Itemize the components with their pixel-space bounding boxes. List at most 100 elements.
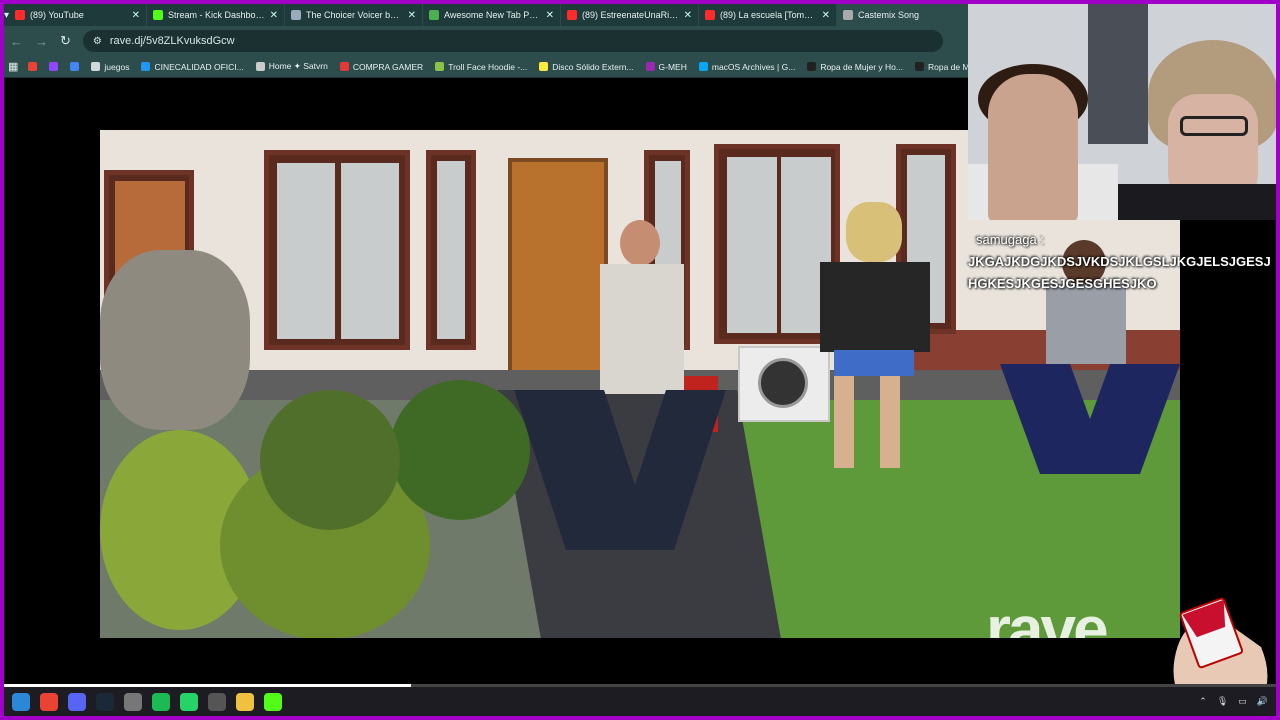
bookmark-label: CINECALIDAD OFICI... <box>154 61 244 72</box>
bookmark-item[interactable]: macOS Archives | G... <box>698 61 796 72</box>
browser-tab[interactable]: Castemix Song <box>837 4 976 26</box>
grid-icon <box>429 10 440 20</box>
bookmark-label: macOS Archives | G... <box>711 61 796 72</box>
close-tab-icon[interactable]: ✕ <box>132 10 140 21</box>
bookmark-favicon-icon <box>49 62 59 71</box>
microphone-icon[interactable]: 🎙 <box>1217 696 1228 707</box>
close-tab-icon[interactable]: ✕ <box>270 10 278 21</box>
video-bush <box>260 390 400 530</box>
bookmark-item[interactable] <box>28 62 38 71</box>
url-text: rave.dj/5v8ZLKvuksdGcw <box>109 35 235 47</box>
bookmark-item[interactable]: CINECALIDAD OFICI... <box>141 61 244 72</box>
kick-icon <box>153 10 164 20</box>
close-tab-icon[interactable]: ✕ <box>822 10 830 21</box>
bookmark-favicon-icon <box>70 62 80 71</box>
taskbar: ⌃ 🎙 ▭ 🔊 <box>4 687 1276 716</box>
tab-title: Stream - Kick Dashboard <box>168 10 265 20</box>
video-grass-plant <box>100 250 250 430</box>
chat-message: JKGAJKDGJKDSJVKDSJKLGSLJKGJELSJGESJHGKES… <box>968 254 1271 291</box>
video-window <box>426 150 476 350</box>
bookmark-favicon-icon <box>645 62 655 71</box>
url-field[interactable]: ⚙ rave.dj/5v8ZLKvuksdGcw <box>82 30 943 52</box>
browser-tab[interactable]: (89) EstreenateUnaRisa - Yo ✕ <box>561 4 700 26</box>
bookmark-favicon-icon <box>91 62 101 71</box>
bookmark-favicon-icon <box>435 62 445 71</box>
chrome-icon[interactable] <box>40 692 58 711</box>
bookmark-item[interactable]: COMPRA GAMER <box>339 62 423 72</box>
tab-title: The Choicer Voicer by Yea <box>306 10 403 20</box>
tab-bar: ▾ (89) YouTube ✕ Stream - Kick Dashboard ✕ T… <box>4 4 976 26</box>
youtube-icon <box>567 10 578 20</box>
apps-grid-icon[interactable]: ▦ <box>8 60 18 73</box>
bookmark-item[interactable]: G-MEH <box>645 61 687 72</box>
bookmark-item[interactable]: Home ✦ Satvrn <box>255 61 328 72</box>
address-bar: ← → ↻ ⚙ rave.dj/5v8ZLKvuksdGcw <box>4 26 968 56</box>
bookmark-label: Home ✦ Satvrn <box>268 61 328 71</box>
video-dancer <box>514 220 726 570</box>
network-icon[interactable]: ▭ <box>1238 696 1247 707</box>
bookmark-label: G-MEH <box>658 61 687 72</box>
speaker-icon[interactable]: 🔊 <box>1257 696 1268 707</box>
bookmark-item[interactable]: juegos <box>91 62 129 72</box>
tray-chevron-icon[interactable]: ⌃ <box>1199 696 1207 707</box>
steam-icon[interactable] <box>96 692 114 711</box>
bookmark-favicon-icon <box>339 62 349 71</box>
bookmark-item[interactable] <box>70 62 80 71</box>
video-dancer <box>820 202 930 482</box>
whatsapp-icon[interactable] <box>180 692 198 711</box>
bookmark-favicon-icon <box>141 62 151 71</box>
system-tray: ⌃ 🎙 ▭ 🔊 <box>1199 687 1268 716</box>
back-icon[interactable]: ← <box>10 34 23 49</box>
bookmark-favicon-icon <box>698 62 708 71</box>
app-icon[interactable] <box>124 692 142 711</box>
close-tab-icon[interactable]: ✕ <box>408 10 416 21</box>
video-bush <box>390 380 530 520</box>
browser-tab[interactable]: The Choicer Voicer by Yea ✕ <box>285 4 424 26</box>
video-window <box>264 150 410 350</box>
spotify-icon[interactable] <box>152 692 170 711</box>
tab-title: (89) La escuela [Tomas y T <box>720 10 817 20</box>
bookmarks-bar: ▦ juegos CINECALIDAD OFICI... Home ✦ Satvr… <box>4 56 968 78</box>
browser-tab[interactable]: (89) La escuela [Tomas y T ✕ <box>699 4 838 26</box>
bookmark-item[interactable]: Ropa de Mujer y Ho... <box>807 62 903 72</box>
obs-icon[interactable] <box>208 692 226 711</box>
rave-icon <box>843 10 854 20</box>
browser-tab[interactable]: Stream - Kick Dashboard ✕ <box>147 4 286 26</box>
browser-tab[interactable]: Awesome New Tab Page ✕ <box>423 4 562 26</box>
chat-username: samugaga : <box>976 232 1044 247</box>
bookmark-item[interactable]: Ropa de Mujer y H <box>915 62 968 72</box>
bookmark-label: Troll Face Hoodie -... <box>448 61 528 72</box>
bookmark-favicon-icon <box>255 62 265 71</box>
bookmark-label: juegos <box>104 61 130 72</box>
bookmark-item[interactable]: Disco Sólido Extern... <box>539 61 634 72</box>
glasses <box>1180 116 1248 136</box>
windows-start-icon[interactable] <box>12 692 30 711</box>
bookmark-item[interactable]: Troll Face Hoodie -... <box>435 62 527 72</box>
folder-icon[interactable] <box>236 692 254 711</box>
tab-title: Castemix Song <box>858 10 920 20</box>
webcam-overlay <box>968 4 1276 220</box>
tab-title: (89) EstreenateUnaRisa - Yo <box>582 10 679 20</box>
youtube-icon <box>15 10 26 20</box>
chat-overlay: samugaga : JKGAJKDGJKDSJVKDSJKLGSLJKGJEL… <box>968 232 1276 295</box>
forward-icon[interactable]: → <box>35 34 48 49</box>
bookmark-favicon-icon <box>28 62 38 71</box>
page-icon <box>291 10 302 20</box>
tab-title: (89) YouTube <box>30 10 84 20</box>
bookmark-label: Ropa de Mujer y H <box>928 61 968 72</box>
bookmark-item[interactable] <box>49 62 59 71</box>
bookmark-label: Disco Sólido Extern... <box>552 61 634 72</box>
bookmark-favicon-icon <box>915 62 924 71</box>
site-info-icon[interactable]: ⚙ <box>93 36 102 47</box>
browser-tab[interactable]: (89) YouTube ✕ <box>9 4 148 26</box>
discord-icon[interactable] <box>68 692 86 711</box>
bookmark-label: Ropa de Mujer y Ho... <box>820 61 903 72</box>
screen: ▾ (89) YouTube ✕ Stream - Kick Dashboard ✕ T… <box>4 4 1276 716</box>
bookmark-favicon-icon <box>539 62 549 71</box>
kick-icon[interactable] <box>264 692 282 711</box>
rave-watermark: rave <box>986 593 1109 638</box>
close-tab-icon[interactable]: ✕ <box>684 10 692 21</box>
tab-title: Awesome New Tab Page <box>444 10 541 20</box>
reload-icon[interactable]: ↻ <box>60 33 71 49</box>
close-tab-icon[interactable]: ✕ <box>546 10 554 21</box>
